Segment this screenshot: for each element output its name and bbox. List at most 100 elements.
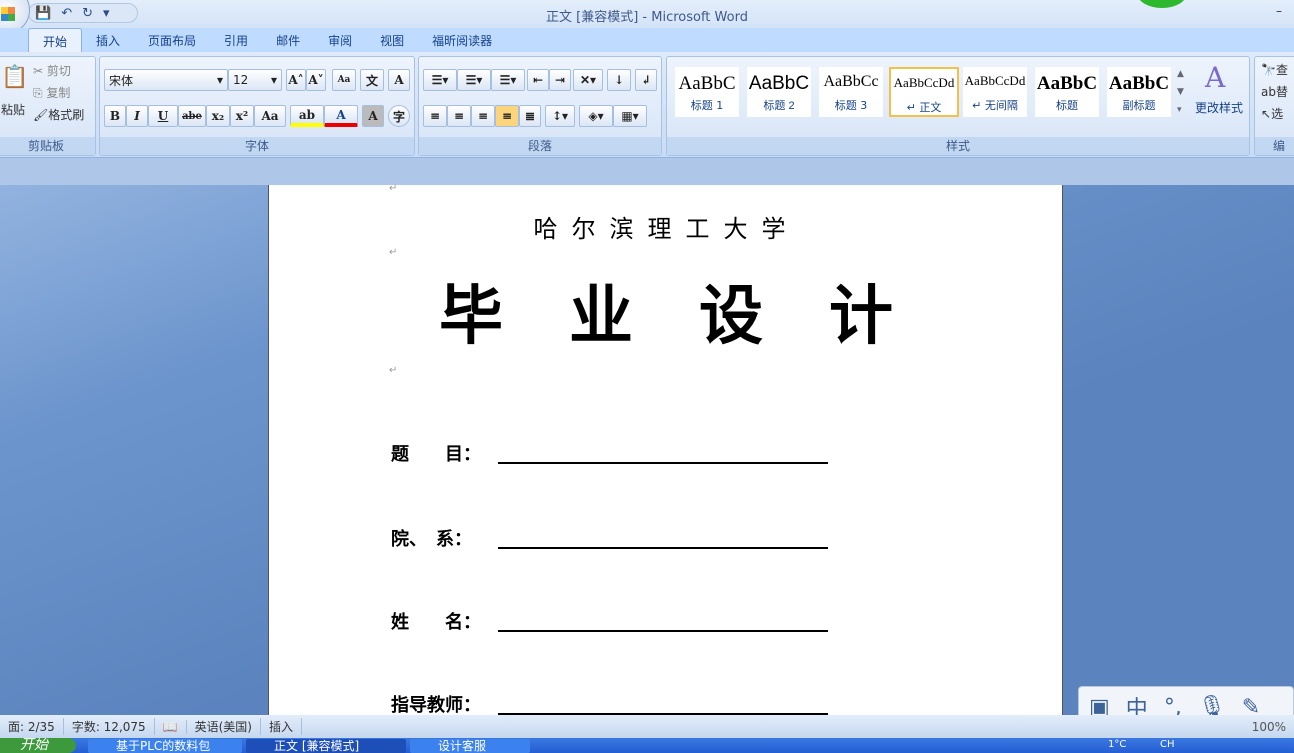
style-normal[interactable]: AaBbCcDd ↵ 正文	[889, 67, 959, 117]
style-heading-3[interactable]: AaBbCc 标题 3	[819, 67, 883, 117]
save-icon[interactable]: 💾	[35, 6, 51, 21]
language[interactable]: 英语(美国)	[187, 718, 261, 735]
paste-button[interactable]: 粘贴	[1, 101, 25, 118]
heading-char: 计	[829, 279, 893, 354]
subscript-button[interactable]: x₂	[206, 105, 230, 127]
field-department: 院、 系：	[391, 525, 828, 551]
tab-mailings[interactable]: 邮件	[262, 28, 314, 52]
sort-icon[interactable]: ↓	[607, 69, 631, 91]
align-left-icon[interactable]: ≡	[423, 105, 447, 127]
character-shading-button[interactable]: A	[362, 105, 384, 127]
style-subtitle[interactable]: AaBbC 副标题	[1107, 67, 1171, 117]
numbering-icon[interactable]: ☰▾	[457, 69, 491, 91]
show-marks-icon[interactable]: ↲	[635, 69, 657, 91]
replace-button[interactable]: ab替	[1261, 83, 1288, 100]
font-size-value: 12	[233, 73, 249, 87]
find-button[interactable]: 🔭查	[1261, 61, 1288, 78]
style-preview: AaBbC	[748, 73, 810, 94]
tab-view[interactable]: 视图	[366, 28, 418, 52]
editing-group-label: 编	[1255, 137, 1294, 155]
decrease-indent-icon[interactable]: ⇤	[527, 69, 549, 91]
style-heading-1[interactable]: AaBbC 标题 1	[675, 67, 739, 117]
phonetic-guide-button[interactable]: 文	[360, 69, 384, 91]
ribbon: 📋 粘贴 ✂ 剪切 ⎘ 复制 🖌格式刷 剪贴板 宋体 ▾ 12 ▾ A˄ A˅ Aa…	[0, 52, 1294, 158]
taskbar-item[interactable]: 基于PLC的数料包	[88, 739, 242, 753]
distributed-icon[interactable]: ≣	[519, 105, 541, 127]
quick-access-toolbar: 💾 ↶ ↻ ▾	[28, 3, 138, 23]
style-name: 标题	[1056, 99, 1078, 112]
document-page[interactable]: ↵ 哈尔滨理工大学 ↵ 毕业设计 ↵ 题 目： 院、 系： 姓 名： 指导教师：	[268, 183, 1063, 716]
highlight-icon[interactable]: ab	[290, 105, 324, 127]
style-no-spacing[interactable]: AaBbCcDd ↵ 无间隔	[963, 67, 1027, 117]
paste-icon[interactable]: 📋	[1, 65, 28, 90]
paragraph-mark: ↵	[389, 247, 398, 258]
asian-layout-icon[interactable]: ✕▾	[573, 69, 603, 91]
select-button[interactable]: ↖选	[1261, 105, 1283, 122]
font-name-select[interactable]: 宋体 ▾	[104, 69, 228, 91]
copy-button[interactable]: ⎘ 复制	[33, 84, 70, 101]
proofing-icon[interactable]: 📖	[155, 719, 187, 734]
field-underline[interactable]	[498, 462, 828, 464]
word-count[interactable]: 字数: 12,075	[64, 718, 155, 735]
format-painter-button[interactable]: 🖌格式刷	[33, 106, 84, 123]
tab-foxit-reader[interactable]: 福昕阅读器	[418, 28, 506, 52]
ime-indicator[interactable]: CH	[1160, 739, 1175, 750]
field-name: 姓 名：	[391, 608, 828, 634]
bold-button[interactable]: B	[104, 105, 126, 127]
change-case-button[interactable]: Aa	[254, 105, 286, 127]
font-group-label: 字体	[100, 137, 414, 155]
enclose-character-button[interactable]: 字	[388, 105, 410, 127]
taskbar-item-active[interactable]: 正文 [兼容模式]	[246, 739, 406, 753]
character-border-button[interactable]: A	[388, 69, 410, 91]
taskbar-item[interactable]: 设计客服	[410, 739, 530, 753]
tab-review[interactable]: 审阅	[314, 28, 366, 52]
tab-page-layout[interactable]: 页面布局	[134, 28, 210, 52]
align-right-icon[interactable]: ≡	[471, 105, 495, 127]
style-heading-2[interactable]: AaBbC 标题 2	[747, 67, 811, 117]
italic-button[interactable]: I	[126, 105, 148, 127]
style-preview: AaBbCc	[823, 73, 879, 90]
strikethrough-button[interactable]: abe	[178, 105, 206, 127]
shrink-font-button[interactable]: A˅	[306, 69, 326, 91]
field-underline[interactable]	[498, 630, 828, 632]
redo-icon[interactable]: ↻	[82, 6, 93, 21]
cut-label: 剪切	[46, 64, 71, 78]
customize-chevron-icon[interactable]: ▾	[103, 6, 110, 21]
bullets-icon[interactable]: ☰▾	[423, 69, 457, 91]
font-color-button[interactable]: A	[324, 105, 358, 127]
style-name: ↵ 无间隔	[972, 99, 1018, 112]
align-center-icon[interactable]: ≡	[447, 105, 471, 127]
grow-font-button[interactable]: A˄	[286, 69, 306, 91]
minimize-button[interactable]: –	[1276, 4, 1282, 18]
cut-button[interactable]: ✂ 剪切	[33, 62, 71, 79]
weather-temp[interactable]: 1°C	[1108, 739, 1126, 750]
styles-scrollbar[interactable]: ▲ ▼ ▾	[1177, 65, 1184, 119]
superscript-button[interactable]: x²	[230, 105, 254, 127]
increase-indent-icon[interactable]: ⇥	[549, 69, 571, 91]
tab-references[interactable]: 引用	[210, 28, 262, 52]
chevron-down-icon: ▾	[270, 73, 277, 87]
thesis-heading: 毕业设计	[439, 265, 959, 357]
chevron-down-icon: ▾	[216, 73, 223, 87]
start-button[interactable]: 开始	[0, 738, 76, 753]
field-label: 姓 名：	[391, 612, 481, 633]
change-styles-button[interactable]: 更改样式	[1195, 99, 1243, 116]
line-spacing-icon[interactable]: ↕▾	[545, 105, 575, 127]
paragraph-mark: ↵	[389, 365, 398, 376]
clear-format-icon[interactable]: Aa	[332, 69, 356, 91]
multilevel-list-icon[interactable]: ☰▾	[491, 69, 525, 91]
underline-button[interactable]: U	[148, 105, 178, 127]
zoom-level[interactable]: 100%	[1244, 720, 1294, 734]
insert-mode[interactable]: 插入	[261, 718, 303, 735]
borders-icon[interactable]: ▦▾	[613, 105, 647, 127]
page-count[interactable]: 面: 2/35	[0, 718, 64, 735]
shading-icon[interactable]: ◈▾	[579, 105, 613, 127]
paragraph-group: ☰▾ ☰▾ ☰▾ ⇤ ⇥ ✕▾ ↓ ↲ ≡ ≡ ≡ ≡ ≣ ↕▾ ◈▾ ▦▾ 段…	[418, 56, 662, 156]
tab-insert[interactable]: 插入	[82, 28, 134, 52]
style-title[interactable]: AaBbC 标题	[1035, 67, 1099, 117]
undo-icon[interactable]: ↶	[61, 6, 72, 21]
tab-home[interactable]: 开始	[28, 28, 83, 52]
font-size-select[interactable]: 12 ▾	[228, 69, 282, 91]
justify-icon[interactable]: ≡	[495, 105, 519, 127]
field-underline[interactable]	[498, 547, 828, 549]
